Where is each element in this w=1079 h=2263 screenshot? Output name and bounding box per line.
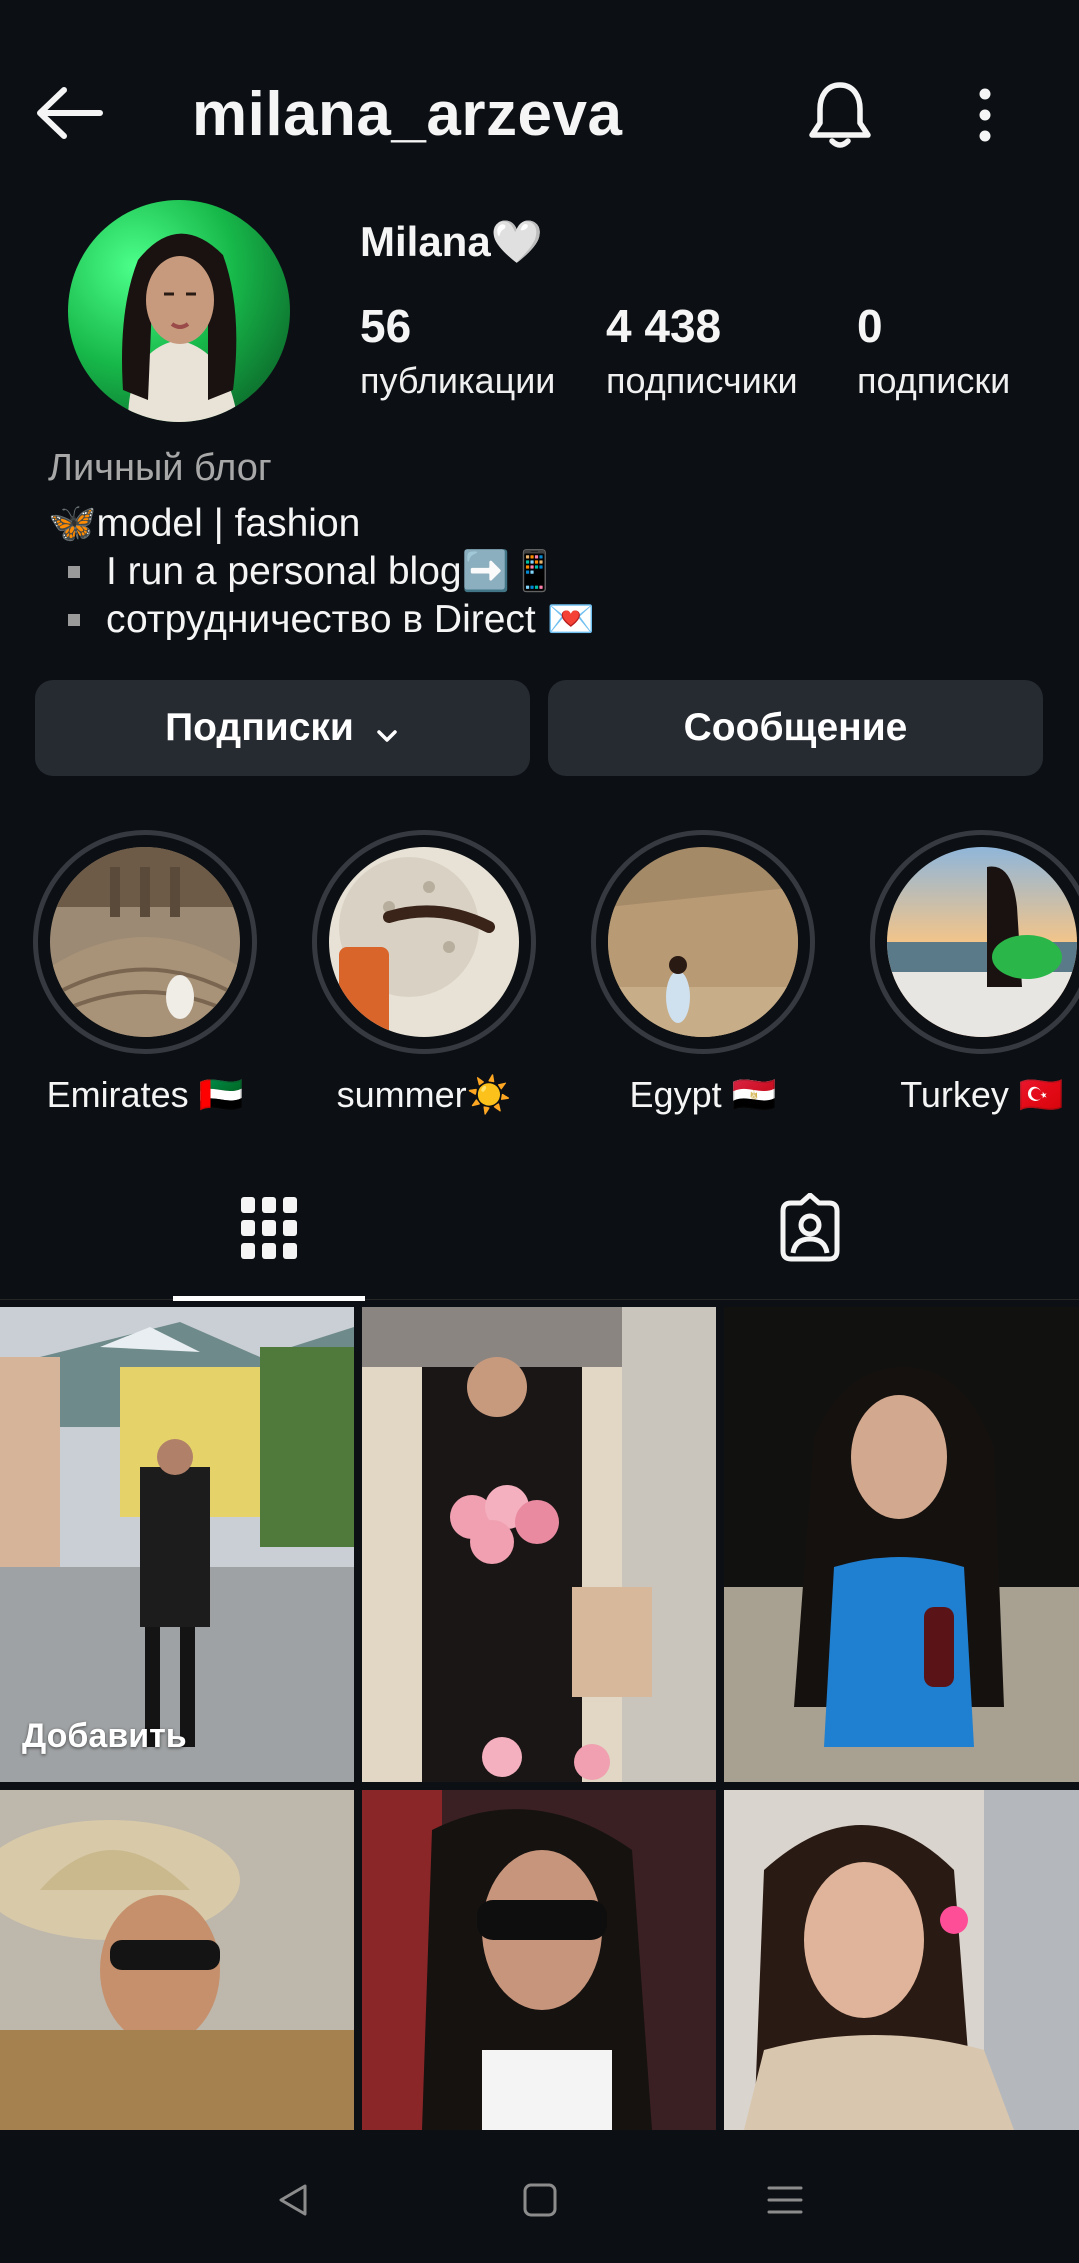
profile-display-name: Milana🤍 <box>360 218 543 265</box>
following-button[interactable]: Подписки <box>35 680 530 776</box>
bio-line: 🦋model | fashion <box>48 502 361 545</box>
stat-posts[interactable]: 56 публикации <box>360 296 555 406</box>
bio-text: сотрудничество в Direct 💌 <box>106 598 596 641</box>
stat-followers[interactable]: 4 438 подписчики <box>606 296 798 406</box>
profile-avatar[interactable] <box>68 200 290 422</box>
system-nav-bar <box>0 2130 1079 2263</box>
active-tab-indicator <box>173 1296 365 1301</box>
profile-header: milana_arzeva <box>0 0 1079 230</box>
highlight-ring <box>870 830 1079 1054</box>
post-thumbnail[interactable] <box>724 1790 1079 2130</box>
post-thumbnail[interactable] <box>724 1307 1079 1782</box>
nav-home-icon[interactable] <box>495 2165 585 2235</box>
highlight-ring <box>33 830 257 1054</box>
highlight-ring <box>312 830 536 1054</box>
profile-username: milana_arzeva <box>192 80 623 149</box>
highlight-label: Turkey 🇹🇷 <box>900 1074 1064 1115</box>
highlight-label: Egypt 🇪🇬 <box>629 1074 777 1115</box>
post-thumbnail[interactable] <box>362 1790 716 2130</box>
bell-icon[interactable] <box>800 75 880 155</box>
profile-category: Личный блог <box>48 447 272 489</box>
stat-following[interactable]: 0 подписки <box>857 296 1010 406</box>
message-button-label: Сообщение <box>683 706 908 749</box>
highlight-label: Emirates 🇦🇪 <box>46 1074 244 1115</box>
bio-line: сотрудничество в Direct 💌 <box>48 596 595 644</box>
highlight-image <box>887 847 1077 1037</box>
highlight-turkey[interactable]: Turkey 🇹🇷 <box>867 830 1079 1116</box>
following-button-label: Подписки <box>165 706 354 749</box>
highlight-egypt[interactable]: Egypt 🇪🇬 <box>588 830 818 1116</box>
message-button[interactable]: Сообщение <box>548 680 1043 776</box>
bio-text: I run a personal blog➡️📱 <box>106 550 559 593</box>
highlight-image <box>50 847 240 1037</box>
highlight-ring <box>591 830 815 1054</box>
stat-followers-value: 4 438 <box>606 300 722 352</box>
nav-back-icon[interactable] <box>248 2165 338 2235</box>
highlight-image <box>329 847 519 1037</box>
nav-menu-icon[interactable] <box>740 2165 830 2235</box>
tab-tagged[interactable] <box>710 1160 910 1300</box>
chevron-down-icon <box>374 715 400 742</box>
profile-bio: 🦋model | fashion I run a personal blog➡️… <box>48 500 595 644</box>
stat-posts-label: публикации <box>360 360 556 401</box>
highlight-label: summer☀️ <box>336 1074 512 1115</box>
stat-following-value: 0 <box>857 300 883 352</box>
stat-following-label: подписки <box>857 360 1011 401</box>
highlight-emirates[interactable]: Emirates 🇦🇪 <box>30 830 260 1116</box>
post-thumbnail[interactable]: Добавить <box>0 1307 354 1782</box>
highlight-image <box>608 847 798 1037</box>
content-tabs <box>0 1160 1079 1301</box>
grid-icon <box>239 1195 299 1266</box>
tab-posts-grid[interactable] <box>173 1160 365 1301</box>
highlight-summer[interactable]: summer☀️ <box>309 830 539 1116</box>
bullet-icon <box>68 614 80 626</box>
tagged-person-icon <box>775 1192 845 1268</box>
bio-line: I run a personal blog➡️📱 <box>48 548 595 596</box>
stat-followers-label: подписчики <box>606 360 798 401</box>
arrow-left-icon[interactable] <box>30 78 110 148</box>
stat-posts-value: 56 <box>360 300 412 352</box>
more-vertical-icon[interactable] <box>955 80 1015 150</box>
bullet-icon <box>68 566 80 578</box>
post-thumbnail[interactable] <box>362 1307 716 1782</box>
post-thumbnail[interactable] <box>0 1790 354 2130</box>
add-label: Добавить <box>22 1717 187 1755</box>
